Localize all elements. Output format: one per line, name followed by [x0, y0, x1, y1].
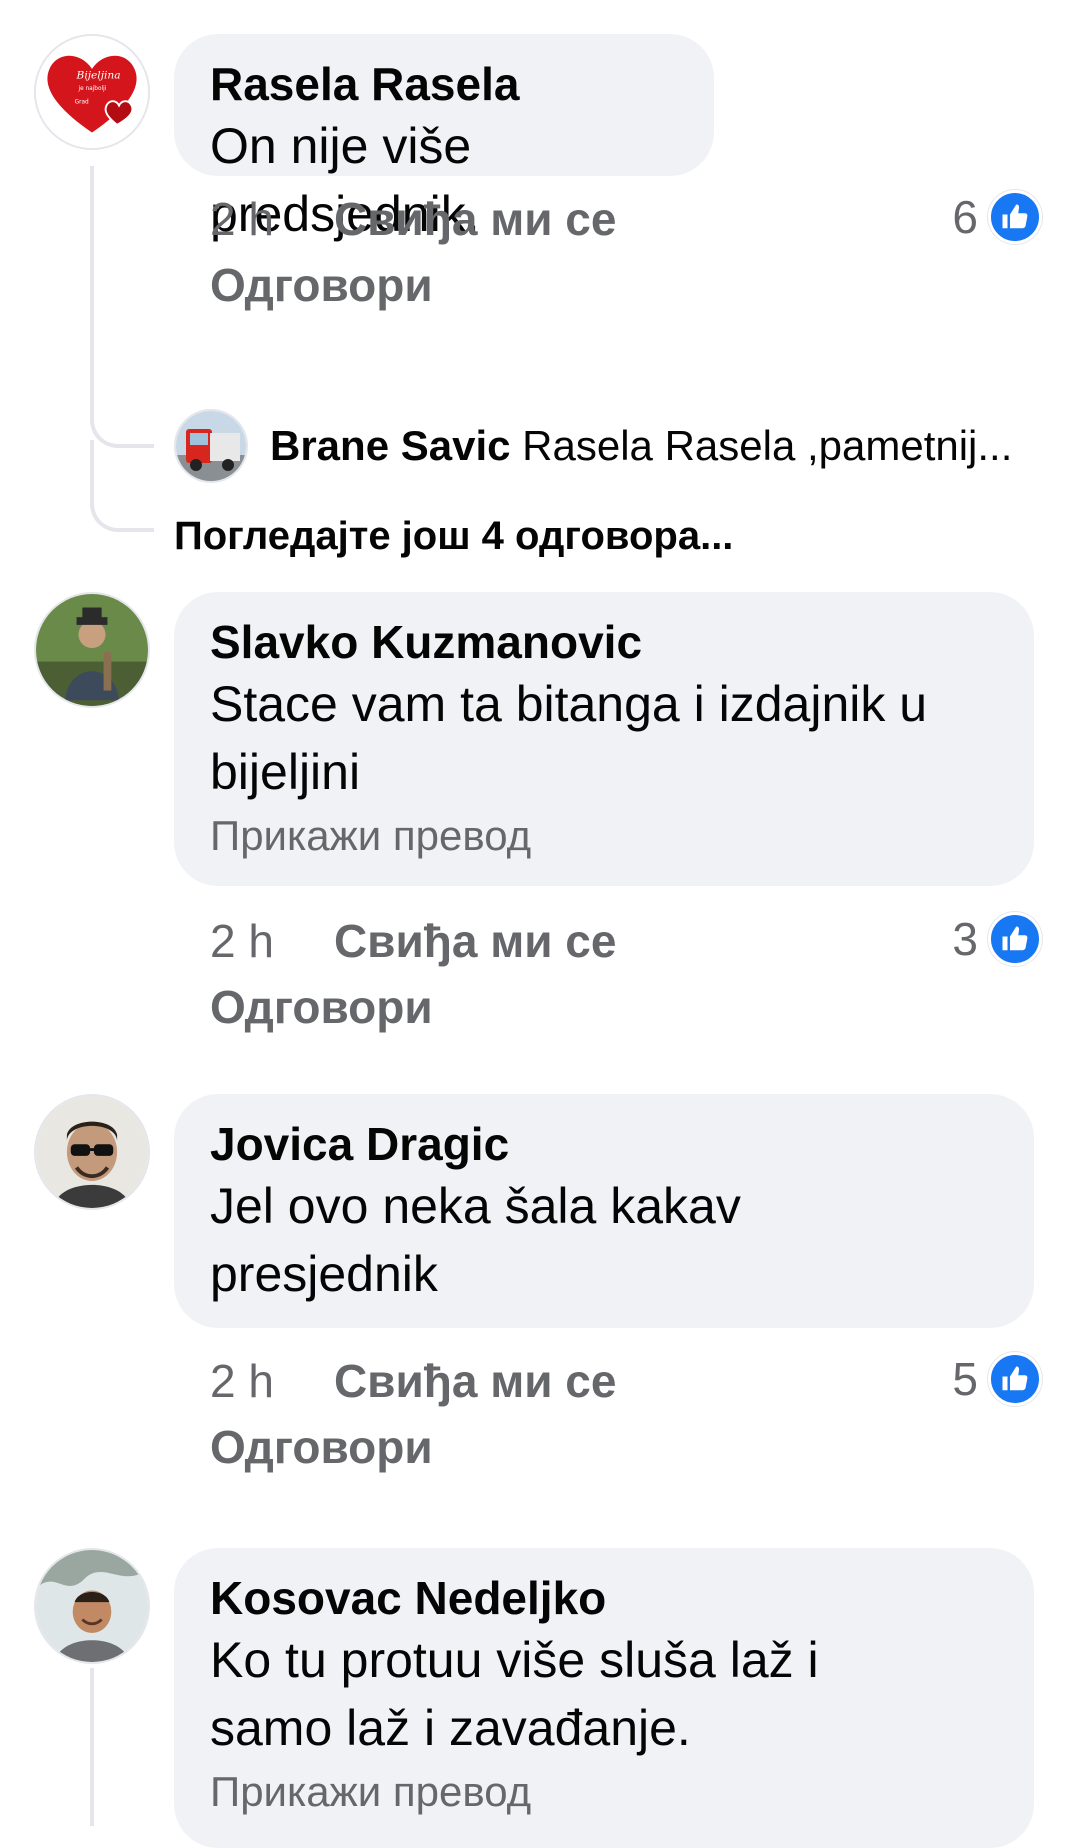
svg-text:Bijeljina: Bijeljina [76, 68, 121, 81]
comment-text-line: samo laž i zavađanje. [210, 1700, 691, 1756]
nested-reply-preview[interactable]: Brane Savic Rasela Rasela ,pametnij... [174, 409, 1044, 483]
avatar-rasela[interactable]: Bijeljina je najbolji Grad [34, 34, 150, 150]
reaction-number: 3 [952, 913, 978, 965]
comment-author[interactable]: Kosovac Nedeljko [210, 1570, 998, 1626]
svg-text:je najbolji: je najbolji [77, 86, 106, 92]
reaction-number: 5 [952, 1353, 978, 1405]
like-button[interactable]: Свиђа ми се [334, 193, 617, 245]
nested-reply-text: Brane Savic Rasela Rasela ,pametnij... [270, 422, 1030, 470]
thumbs-up-icon [988, 190, 1042, 244]
avatar-kosovac-nedeljko[interactable] [34, 1548, 150, 1664]
like-button[interactable]: Свиђа ми се [334, 1355, 617, 1407]
reply-button[interactable]: Одговори [210, 974, 1040, 1040]
comment-bubble: Jovica Dragic Jel ovo neka šala kakav pr… [174, 1094, 1034, 1328]
comment-actions: 2 h Свиђа ми се Одговори [210, 1348, 1040, 1480]
thread-branch [90, 440, 154, 532]
comment-author[interactable]: Slavko Kuzmanovic [210, 614, 998, 670]
comment-actions: 2 h Свиђа ми се Одговори [210, 186, 1040, 318]
reaction-count[interactable]: 6 [952, 190, 1042, 244]
comment-bubble: Rasela Rasela On nije više predsjednik. [174, 34, 714, 242]
avatar-brane-savic[interactable] [174, 409, 248, 483]
thread-line [90, 166, 94, 416]
show-translation-link[interactable]: Прикажи превод [210, 1762, 998, 1822]
comment-bubble: Kosovac Nedeljko Ko tu protuu više sluša… [174, 1548, 1034, 1848]
show-translation-link[interactable]: Прикажи превод [210, 806, 998, 866]
reply-button[interactable]: Одговори [210, 1414, 1040, 1480]
thread-line [90, 1668, 94, 1826]
avatar-slavko-kuzmanovic[interactable] [34, 592, 150, 708]
reaction-count[interactable]: 5 [952, 1352, 1042, 1406]
nested-reply-author[interactable]: Brane Savic [270, 422, 510, 469]
thumbs-up-icon [988, 1352, 1042, 1406]
reply-button[interactable]: Одговори [210, 252, 1040, 318]
comment-timestamp[interactable]: 2 h [210, 915, 274, 967]
comment-actions: 2 h Свиђа ми се Одговори [210, 908, 1040, 1040]
nested-reply-preview-text: Rasela Rasela ,pametnij... [522, 422, 1013, 469]
reaction-count[interactable]: 3 [952, 912, 1042, 966]
comment-author[interactable]: Jovica Dragic [210, 1116, 998, 1172]
svg-text:Grad: Grad [75, 100, 89, 106]
comment-text-line: Ko tu protuu više sluša laž i [210, 1632, 819, 1688]
avatar-jovica-dragic[interactable] [34, 1094, 150, 1210]
comment-timestamp[interactable]: 2 h [210, 1355, 274, 1407]
comment-text-line: Jel ovo neka šala kakav [210, 1178, 741, 1234]
comment-text-line: Stace vam ta bitanga i izdajnik u [210, 676, 928, 732]
like-button[interactable]: Свиђа ми се [334, 915, 617, 967]
thumbs-up-icon [988, 912, 1042, 966]
comment-text-line: presjednik [210, 1246, 438, 1302]
comment-author[interactable]: Rasela Rasela [210, 56, 678, 112]
comment-text-line: bijeljini [210, 744, 361, 800]
comment-timestamp[interactable]: 2 h [210, 193, 274, 245]
view-more-replies-link[interactable]: Погледајте још 4 одговора... [174, 508, 733, 564]
reaction-number: 6 [952, 191, 978, 243]
comment-bubble: Slavko Kuzmanovic Stace vam ta bitanga i… [174, 592, 1034, 886]
